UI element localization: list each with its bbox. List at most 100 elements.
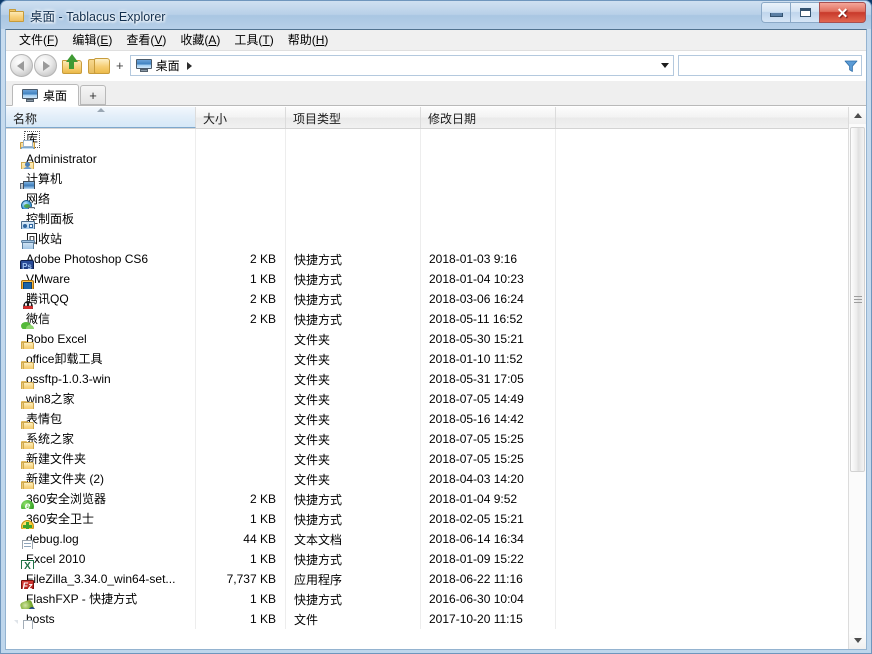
address-bar[interactable]: 桌面 xyxy=(129,55,674,76)
chevron-down-icon xyxy=(661,63,669,68)
table-row[interactable]: 360安全卫士 1 KB 快捷方式 2018-02-05 15:21 xyxy=(6,509,848,529)
cell-name: Ps Adobe Photoshop CS6 xyxy=(6,249,196,269)
table-row[interactable]: X Excel 2010 1 KB 快捷方式 2018-01-09 15:22 xyxy=(6,549,848,569)
add-folder-button[interactable]: + xyxy=(116,59,124,72)
cell-size xyxy=(196,129,286,149)
cell-date: 2018-05-30 15:21 xyxy=(421,329,556,349)
table-row[interactable]: 回收站 xyxy=(6,229,848,249)
table-row[interactable]: 计算机 xyxy=(6,169,848,189)
menu-favorites[interactable]: 收藏(A) xyxy=(173,30,227,51)
table-row[interactable]: Ps Adobe Photoshop CS6 2 KB 快捷方式 2018-01-03 … xyxy=(6,249,848,269)
back-button[interactable] xyxy=(10,54,33,77)
cell-filler xyxy=(556,189,848,209)
column-header-name[interactable]: 名称 xyxy=(6,107,196,128)
table-row[interactable]: 控制面板 xyxy=(6,209,848,229)
cell-name: 控制面板 xyxy=(6,209,196,229)
cell-filler xyxy=(556,529,848,549)
cell-date: 2018-01-09 15:22 xyxy=(421,549,556,569)
cell-type: 快捷方式 xyxy=(286,489,421,509)
table-row[interactable]: 腾讯QQ 2 KB 快捷方式 2018-03-06 16:24 xyxy=(6,289,848,309)
cell-type: 文件夹 xyxy=(286,469,421,489)
cell-size: 7,737 KB xyxy=(196,569,286,589)
menu-file[interactable]: 文件(F) xyxy=(12,30,65,51)
file-name: 新建文件夹 (2) xyxy=(26,471,105,486)
table-row[interactable]: win8之家 文件夹 2018-07-05 14:49 xyxy=(6,389,848,409)
menu-edit[interactable]: 编辑(E) xyxy=(65,30,119,51)
table-row[interactable]: 新建文件夹 (2) 文件夹 2018-04-03 14:20 xyxy=(6,469,848,489)
cell-type: 快捷方式 xyxy=(286,309,421,329)
window-title: 桌面 - Tablacus Explorer xyxy=(30,10,166,24)
cell-size: 1 KB xyxy=(196,269,286,289)
toolbar: + 桌面 xyxy=(6,51,866,81)
menu-help[interactable]: 帮助(H) xyxy=(281,30,336,51)
maximize-icon xyxy=(799,8,811,17)
table-row[interactable]: FlashFXP - 快捷方式 1 KB 快捷方式 2016-06-30 10:04 xyxy=(6,589,848,609)
breadcrumb[interactable]: 桌面 xyxy=(134,56,194,75)
cell-type xyxy=(286,149,421,169)
cell-name: 表情包 xyxy=(6,409,196,429)
cell-size: 2 KB xyxy=(196,309,286,329)
cell-name: 新建文件夹 (2) xyxy=(6,469,196,489)
scroll-down-button[interactable] xyxy=(849,632,866,649)
forward-button[interactable] xyxy=(34,54,57,77)
cell-type xyxy=(286,169,421,189)
cell-size xyxy=(196,349,286,369)
table-row[interactable]: ossftp-1.0.3-win 文件夹 2018-05-31 17:05 xyxy=(6,369,848,389)
column-header-filler xyxy=(556,107,848,128)
close-icon: ✕ xyxy=(836,4,849,21)
cell-date: 2018-05-31 17:05 xyxy=(421,369,556,389)
cell-size xyxy=(196,469,286,489)
cell-name: 微信 xyxy=(6,309,196,329)
menu-tools[interactable]: 工具(T) xyxy=(227,30,280,51)
table-row[interactable]: 表情包 文件夹 2018-05-16 14:42 xyxy=(6,409,848,429)
table-row[interactable]: Administrator xyxy=(6,149,848,169)
table-row[interactable]: e 360安全浏览器 2 KB 快捷方式 2018-01-04 9:52 xyxy=(6,489,848,509)
tab-desktop[interactable]: 桌面 xyxy=(12,84,80,106)
table-row[interactable]: Fz FileZilla_3.34.0_win64-set... 7,737 KB 应… xyxy=(6,569,848,589)
table-row[interactable]: 微信 2 KB 快捷方式 2018-05-11 16:52 xyxy=(6,309,848,329)
cell-size xyxy=(196,169,286,189)
close-button[interactable]: ✕ xyxy=(819,2,866,23)
menu-view[interactable]: 查看(V) xyxy=(119,30,173,51)
cell-filler xyxy=(556,389,848,409)
table-row[interactable]: 网络 xyxy=(6,189,848,209)
minimize-button[interactable] xyxy=(761,2,790,23)
filter-icon[interactable] xyxy=(844,59,858,73)
vertical-scrollbar[interactable] xyxy=(848,107,866,649)
cell-filler xyxy=(556,249,848,269)
maximize-button[interactable] xyxy=(790,2,819,23)
cell-filler xyxy=(556,509,848,529)
table-row[interactable]: debug.log 44 KB 文本文档 2018-06-14 16:34 xyxy=(6,529,848,549)
table-row[interactable]: hosts 1 KB 文件 2017-10-20 11:15 xyxy=(6,609,848,629)
table-row[interactable]: 新建文件夹 文件夹 2018-07-05 15:25 xyxy=(6,449,848,469)
table-row[interactable]: VMware 1 KB 快捷方式 2018-01-04 10:23 xyxy=(6,269,848,289)
table-row[interactable]: 系统之家 文件夹 2018-07-05 15:25 xyxy=(6,429,848,449)
table-row[interactable]: Bobo Excel 文件夹 2018-05-30 15:21 xyxy=(6,329,848,349)
folders-icon[interactable] xyxy=(88,54,112,78)
search-input[interactable] xyxy=(682,57,844,74)
cell-name: 计算机 xyxy=(6,169,196,189)
column-header-type[interactable]: 项目类型 xyxy=(286,107,421,128)
table-row[interactable]: office卸载工具 文件夹 2018-01-10 11:52 xyxy=(6,349,848,369)
cell-date xyxy=(421,189,556,209)
client-area: 文件(F) 编辑(E) 查看(V) 收藏(A) 工具(T) 帮助(H) + 桌面… xyxy=(5,29,867,650)
scroll-up-button[interactable] xyxy=(849,107,866,124)
address-dropdown-button[interactable] xyxy=(657,56,673,75)
column-header-size[interactable]: 大小 xyxy=(196,107,286,128)
scrollbar-thumb[interactable] xyxy=(850,127,865,472)
table-row[interactable]: 库 xyxy=(6,129,848,149)
search-box[interactable] xyxy=(678,55,862,76)
cell-filler xyxy=(556,149,848,169)
title-bar[interactable]: 桌面 - Tablacus Explorer ✕ xyxy=(1,1,871,29)
cell-filler xyxy=(556,609,848,629)
new-tab-button[interactable]: + xyxy=(80,85,107,105)
column-header-size-label: 大小 xyxy=(203,112,228,126)
column-header-date[interactable]: 修改日期 xyxy=(421,107,556,128)
up-folder-icon[interactable] xyxy=(61,53,85,78)
cell-size xyxy=(196,189,286,209)
tab-bar: 桌面 + xyxy=(6,81,866,106)
cell-type: 应用程序 xyxy=(286,569,421,589)
scrollbar-track[interactable] xyxy=(849,124,866,632)
folder-icon xyxy=(9,9,24,22)
cell-size: 1 KB xyxy=(196,549,286,569)
